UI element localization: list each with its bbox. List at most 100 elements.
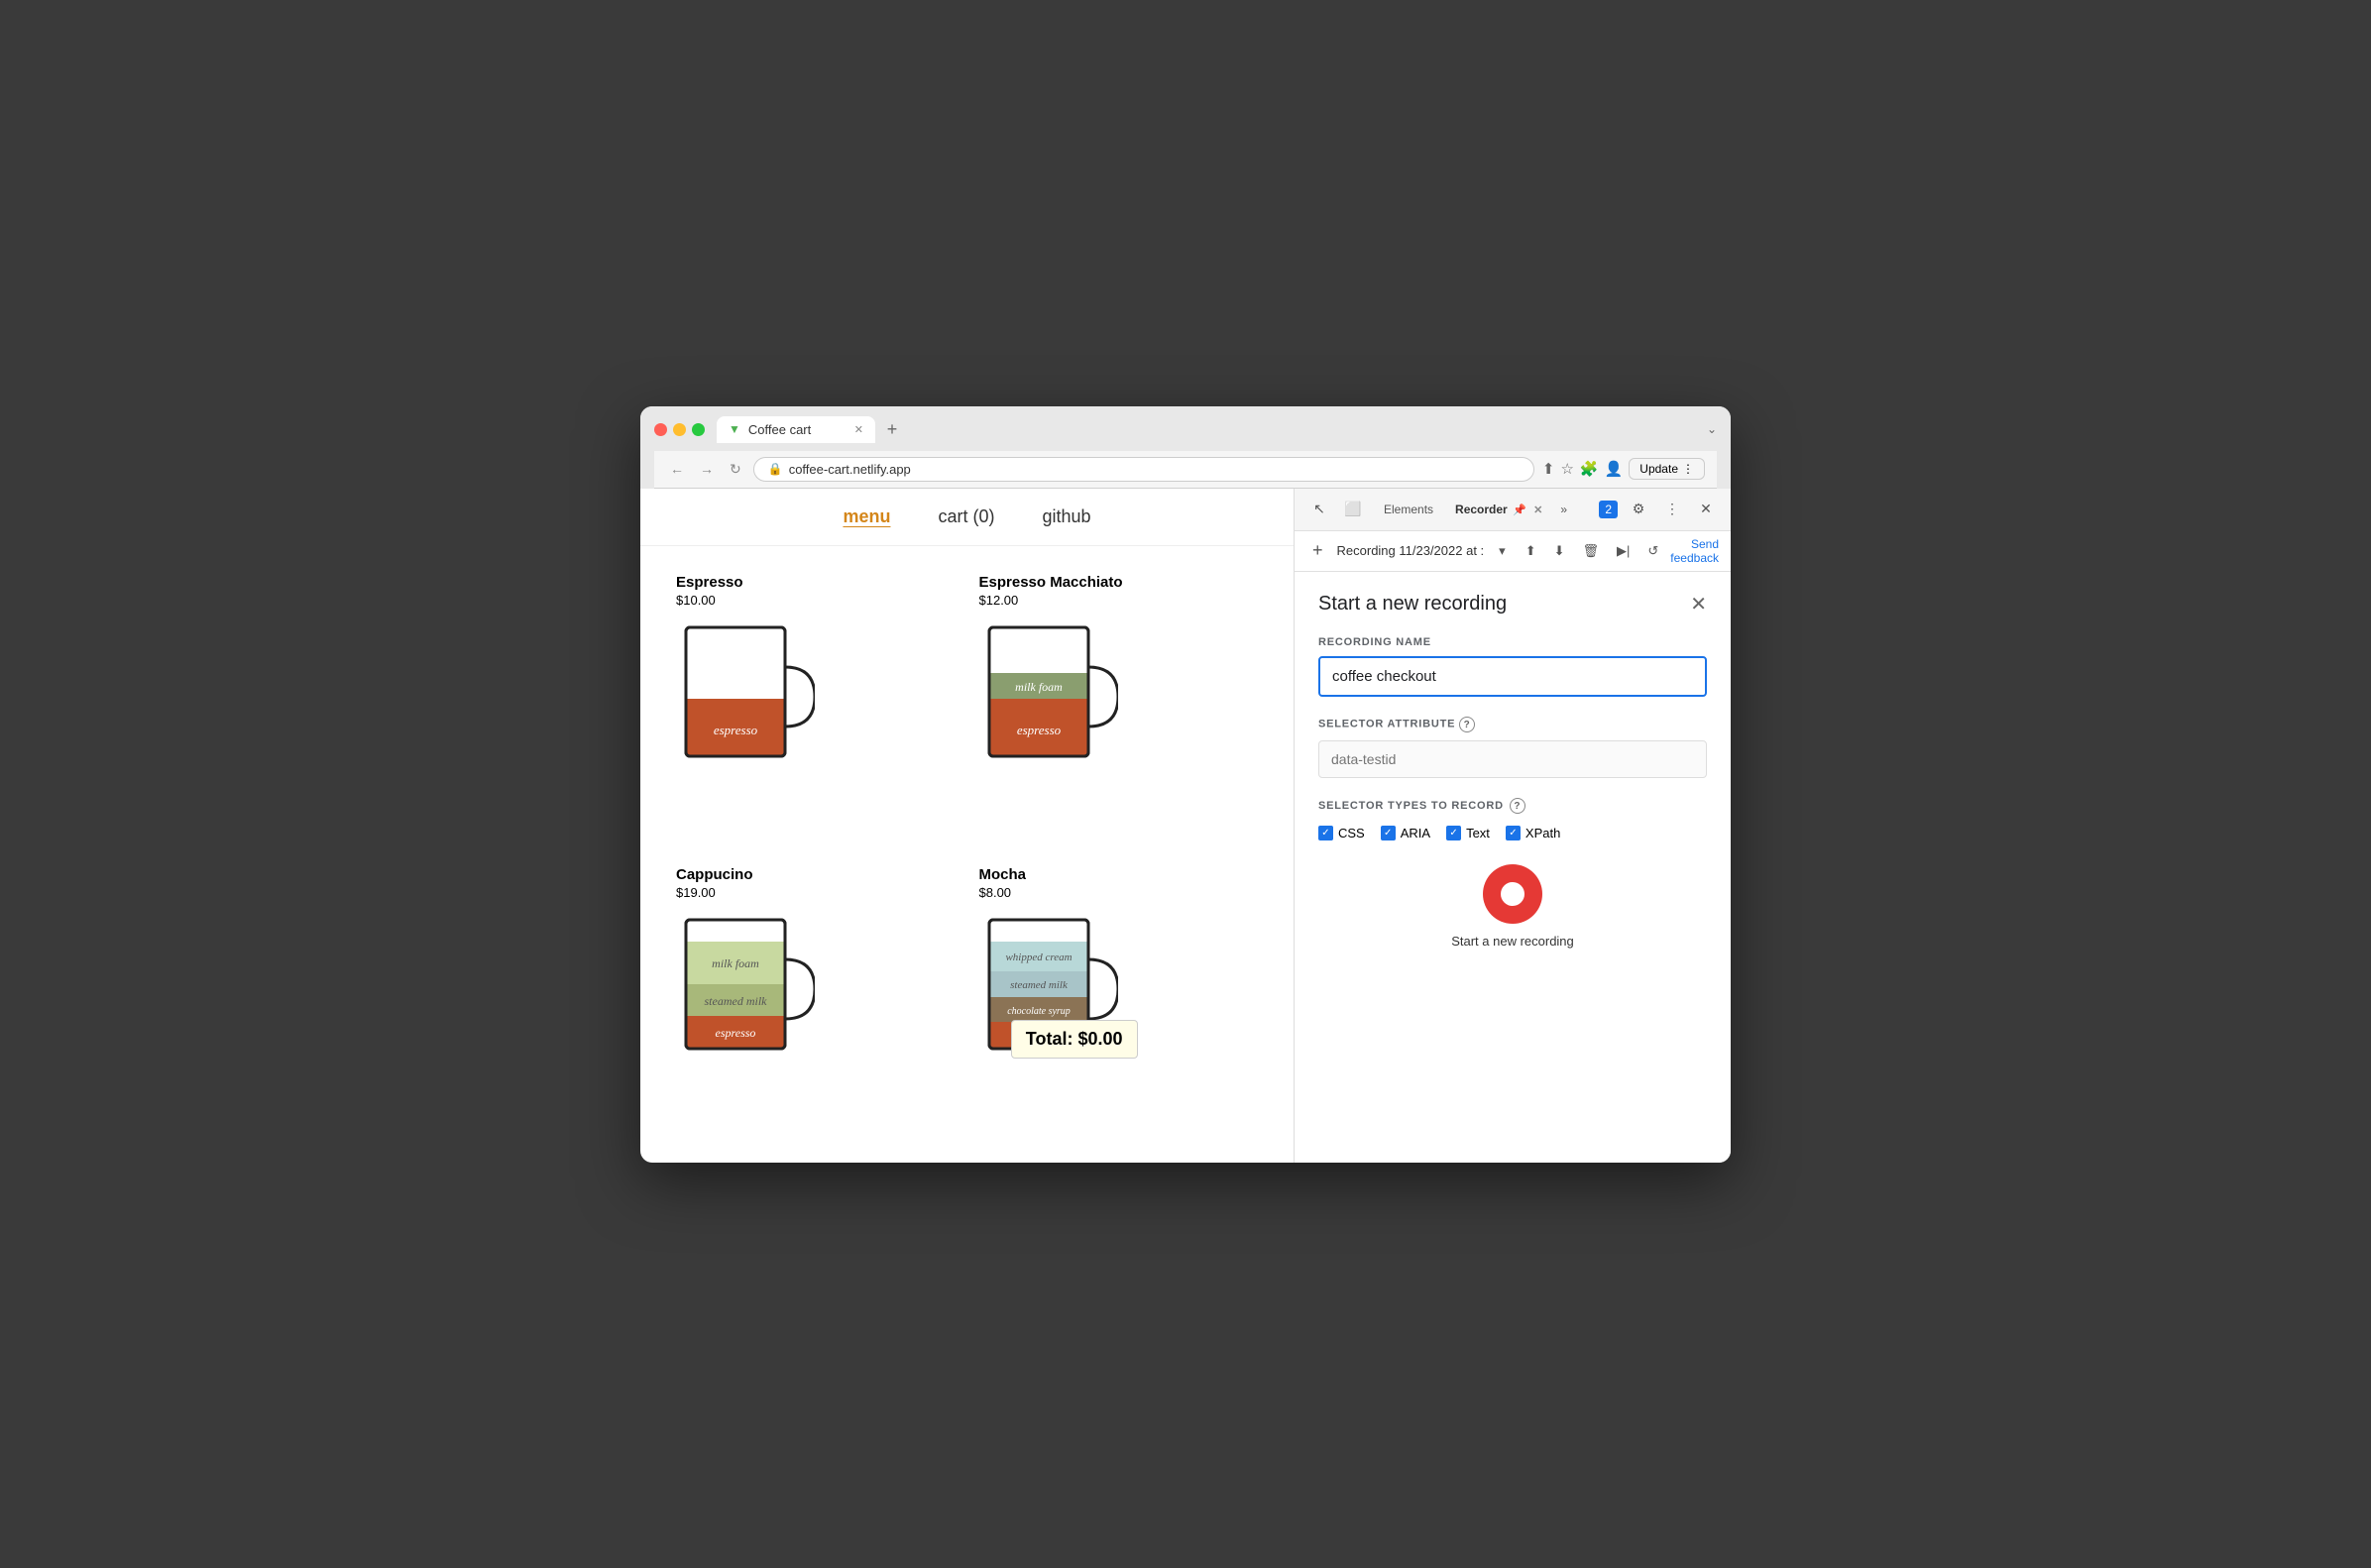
back-button[interactable]: ← (666, 459, 688, 479)
replay-button[interactable]: ↺ (1641, 540, 1664, 562)
cup-mocha: espresso chocolate syrup steamed milk wh… (979, 910, 1118, 1068)
tab-recorder[interactable]: Recorder 📌 ✕ (1445, 499, 1552, 520)
devtools-more-button[interactable]: ⋮ (1659, 497, 1685, 522)
svg-text:milk foam: milk foam (712, 956, 759, 970)
recorder-tab-close-icon[interactable]: ✕ (1533, 504, 1542, 516)
start-recording-button[interactable] (1483, 864, 1542, 924)
tabs-chevron-icon[interactable]: ⌄ (1707, 422, 1717, 436)
selector-types-help-icon[interactable]: ? (1510, 798, 1525, 814)
svg-text:espresso: espresso (1016, 723, 1061, 737)
checkbox-text-label: Text (1466, 826, 1490, 840)
checkbox-xpath[interactable]: ✓ XPath (1506, 826, 1560, 840)
list-item[interactable]: Espresso Macchiato $12.00 espresso milk … (967, 562, 1271, 854)
forward-button[interactable]: → (696, 459, 718, 479)
close-window-button[interactable] (654, 423, 667, 436)
coffee-price: $10.00 (676, 593, 956, 608)
recorder-pin-icon: 📌 (1513, 504, 1526, 516)
minimize-window-button[interactable] (673, 423, 686, 436)
selector-attr-input[interactable] (1318, 740, 1707, 778)
profile-icon[interactable]: 👤 (1605, 460, 1624, 478)
tab-title: Coffee cart (748, 422, 811, 437)
svg-text:chocolate syrup: chocolate syrup (1007, 1006, 1071, 1017)
coffee-price: $19.00 (676, 885, 956, 900)
traffic-lights (654, 423, 705, 436)
record-inner-circle (1501, 882, 1524, 906)
checkbox-xpath-label: XPath (1525, 826, 1560, 840)
coffee-name: Espresso (676, 574, 956, 591)
tab-close-icon[interactable]: ✕ (854, 423, 863, 436)
devtools-badge[interactable]: 2 (1599, 501, 1618, 518)
list-item[interactable]: Mocha $8.00 espresso chocolate syrup (967, 854, 1271, 1147)
share-icon[interactable]: ⬆ (1542, 460, 1555, 478)
responsive-mode-button[interactable]: ⬜ (1340, 497, 1366, 522)
bookmark-icon[interactable]: ☆ (1560, 460, 1573, 478)
svg-text:milk foam: milk foam (1015, 680, 1063, 694)
cup-cappucino: espresso steamed milk milk foam (676, 910, 815, 1068)
devtools-toolbar: + Recording 11/23/2022 at : ▾ ⬆ ⬇ 🗑 ▶| ↺… (1295, 531, 1731, 573)
record-section: Start a new recording (1318, 864, 1707, 949)
content-area: menu cart (0) github Espresso $10.00 (640, 489, 1731, 1163)
checkbox-aria[interactable]: ✓ ARIA (1381, 826, 1430, 840)
send-feedback-link[interactable]: Send feedback (1670, 537, 1719, 566)
upload-recording-button[interactable]: ⬆ (1520, 540, 1542, 562)
address-bar: ← → ↻ 🔒 coffee-cart.netlify.app ⬆ ☆ 🧩 👤 … (654, 451, 1717, 489)
recording-name-display: Recording 11/23/2022 at : (1337, 543, 1486, 558)
delete-recording-button[interactable]: 🗑 (1577, 540, 1606, 562)
browser-tab-coffee-cart[interactable]: ▼ Coffee cart ✕ (717, 416, 875, 443)
svg-text:steamed milk: steamed milk (705, 994, 768, 1008)
svg-text:steamed milk: steamed milk (1010, 979, 1069, 991)
coffee-price: $8.00 (979, 885, 1259, 900)
cup-espresso: espresso (676, 617, 815, 776)
coffee-grid: Espresso $10.00 espresso (640, 546, 1294, 1163)
total-tooltip: Total: $0.00 (1011, 1020, 1138, 1059)
coffee-price: $12.00 (979, 593, 1259, 608)
recording-name-input[interactable] (1318, 656, 1707, 697)
play-step-button[interactable]: ▶| (1611, 540, 1636, 562)
recording-dropdown-button[interactable]: ▾ (1493, 540, 1512, 562)
devtools-tabs: Elements Recorder 📌 ✕ » (1374, 499, 1591, 520)
toolbar-actions: ⬆ ⬇ 🗑 ▶| ↺ Send feedback (1520, 537, 1719, 566)
new-tab-button[interactable]: + (879, 416, 905, 442)
checkbox-row: ✓ CSS ✓ ARIA ✓ Text ✓ XPath (1318, 826, 1707, 840)
svg-text:espresso: espresso (714, 723, 758, 737)
nav-github-link[interactable]: github (1042, 506, 1090, 527)
coffee-nav: menu cart (0) github (640, 489, 1294, 546)
tab-favicon: ▼ (729, 422, 740, 436)
more-tabs-button[interactable]: » (1554, 499, 1573, 520)
svg-text:whipped cream: whipped cream (1005, 952, 1072, 963)
new-recording-modal: Start a new recording ✕ RECORDING NAME S… (1295, 572, 1731, 1162)
modal-close-button[interactable]: ✕ (1690, 592, 1707, 616)
url-text: coffee-cart.netlify.app (789, 462, 911, 477)
nav-cart-link[interactable]: cart (0) (938, 506, 994, 527)
checkbox-css[interactable]: ✓ CSS (1318, 826, 1365, 840)
devtools-panel: ↖ ⬜ Elements Recorder 📌 ✕ » 2 ⚙ ⋮ ✕ (1295, 489, 1731, 1163)
checkbox-text[interactable]: ✓ Text (1446, 826, 1490, 840)
extensions-icon[interactable]: 🧩 (1580, 460, 1599, 478)
devtools-header: ↖ ⬜ Elements Recorder 📌 ✕ » 2 ⚙ ⋮ ✕ (1295, 489, 1731, 531)
modal-title: Start a new recording (1318, 593, 1507, 616)
recording-name-label: RECORDING NAME (1318, 636, 1707, 648)
coffee-name: Cappucino (676, 866, 956, 883)
coffee-app-panel: menu cart (0) github Espresso $10.00 (640, 489, 1295, 1163)
selector-attr-help-icon[interactable]: ? (1459, 717, 1475, 732)
inspector-tool-button[interactable]: ↖ (1306, 497, 1332, 522)
devtools-settings-button[interactable]: ⚙ (1626, 497, 1651, 522)
list-item[interactable]: Cappucino $19.00 espresso steamed milk (664, 854, 967, 1147)
nav-menu-link[interactable]: menu (843, 506, 890, 527)
selector-types-label: SELECTOR TYPES TO RECORD ? (1318, 798, 1707, 814)
title-bar: ▼ Coffee cart ✕ + ⌄ ← → ↻ 🔒 coffee-cart.… (640, 406, 1731, 489)
devtools-close-button[interactable]: ✕ (1693, 497, 1719, 522)
maximize-window-button[interactable] (692, 423, 705, 436)
update-button[interactable]: Update ⋮ (1629, 458, 1705, 480)
list-item[interactable]: Espresso $10.00 espresso (664, 562, 967, 854)
url-field[interactable]: 🔒 coffee-cart.netlify.app (753, 457, 1534, 482)
selector-attr-label: SELECTOR ATTRIBUTE ? (1318, 717, 1707, 732)
coffee-name: Mocha (979, 866, 1259, 883)
address-bar-actions: ⬆ ☆ 🧩 👤 Update ⋮ (1542, 458, 1705, 480)
coffee-name: Espresso Macchiato (979, 574, 1259, 591)
refresh-button[interactable]: ↻ (726, 459, 745, 480)
download-recording-button[interactable]: ⬇ (1548, 540, 1571, 562)
add-recording-button[interactable]: + (1306, 537, 1329, 564)
start-recording-label: Start a new recording (1451, 934, 1574, 949)
tab-elements[interactable]: Elements (1374, 499, 1443, 520)
